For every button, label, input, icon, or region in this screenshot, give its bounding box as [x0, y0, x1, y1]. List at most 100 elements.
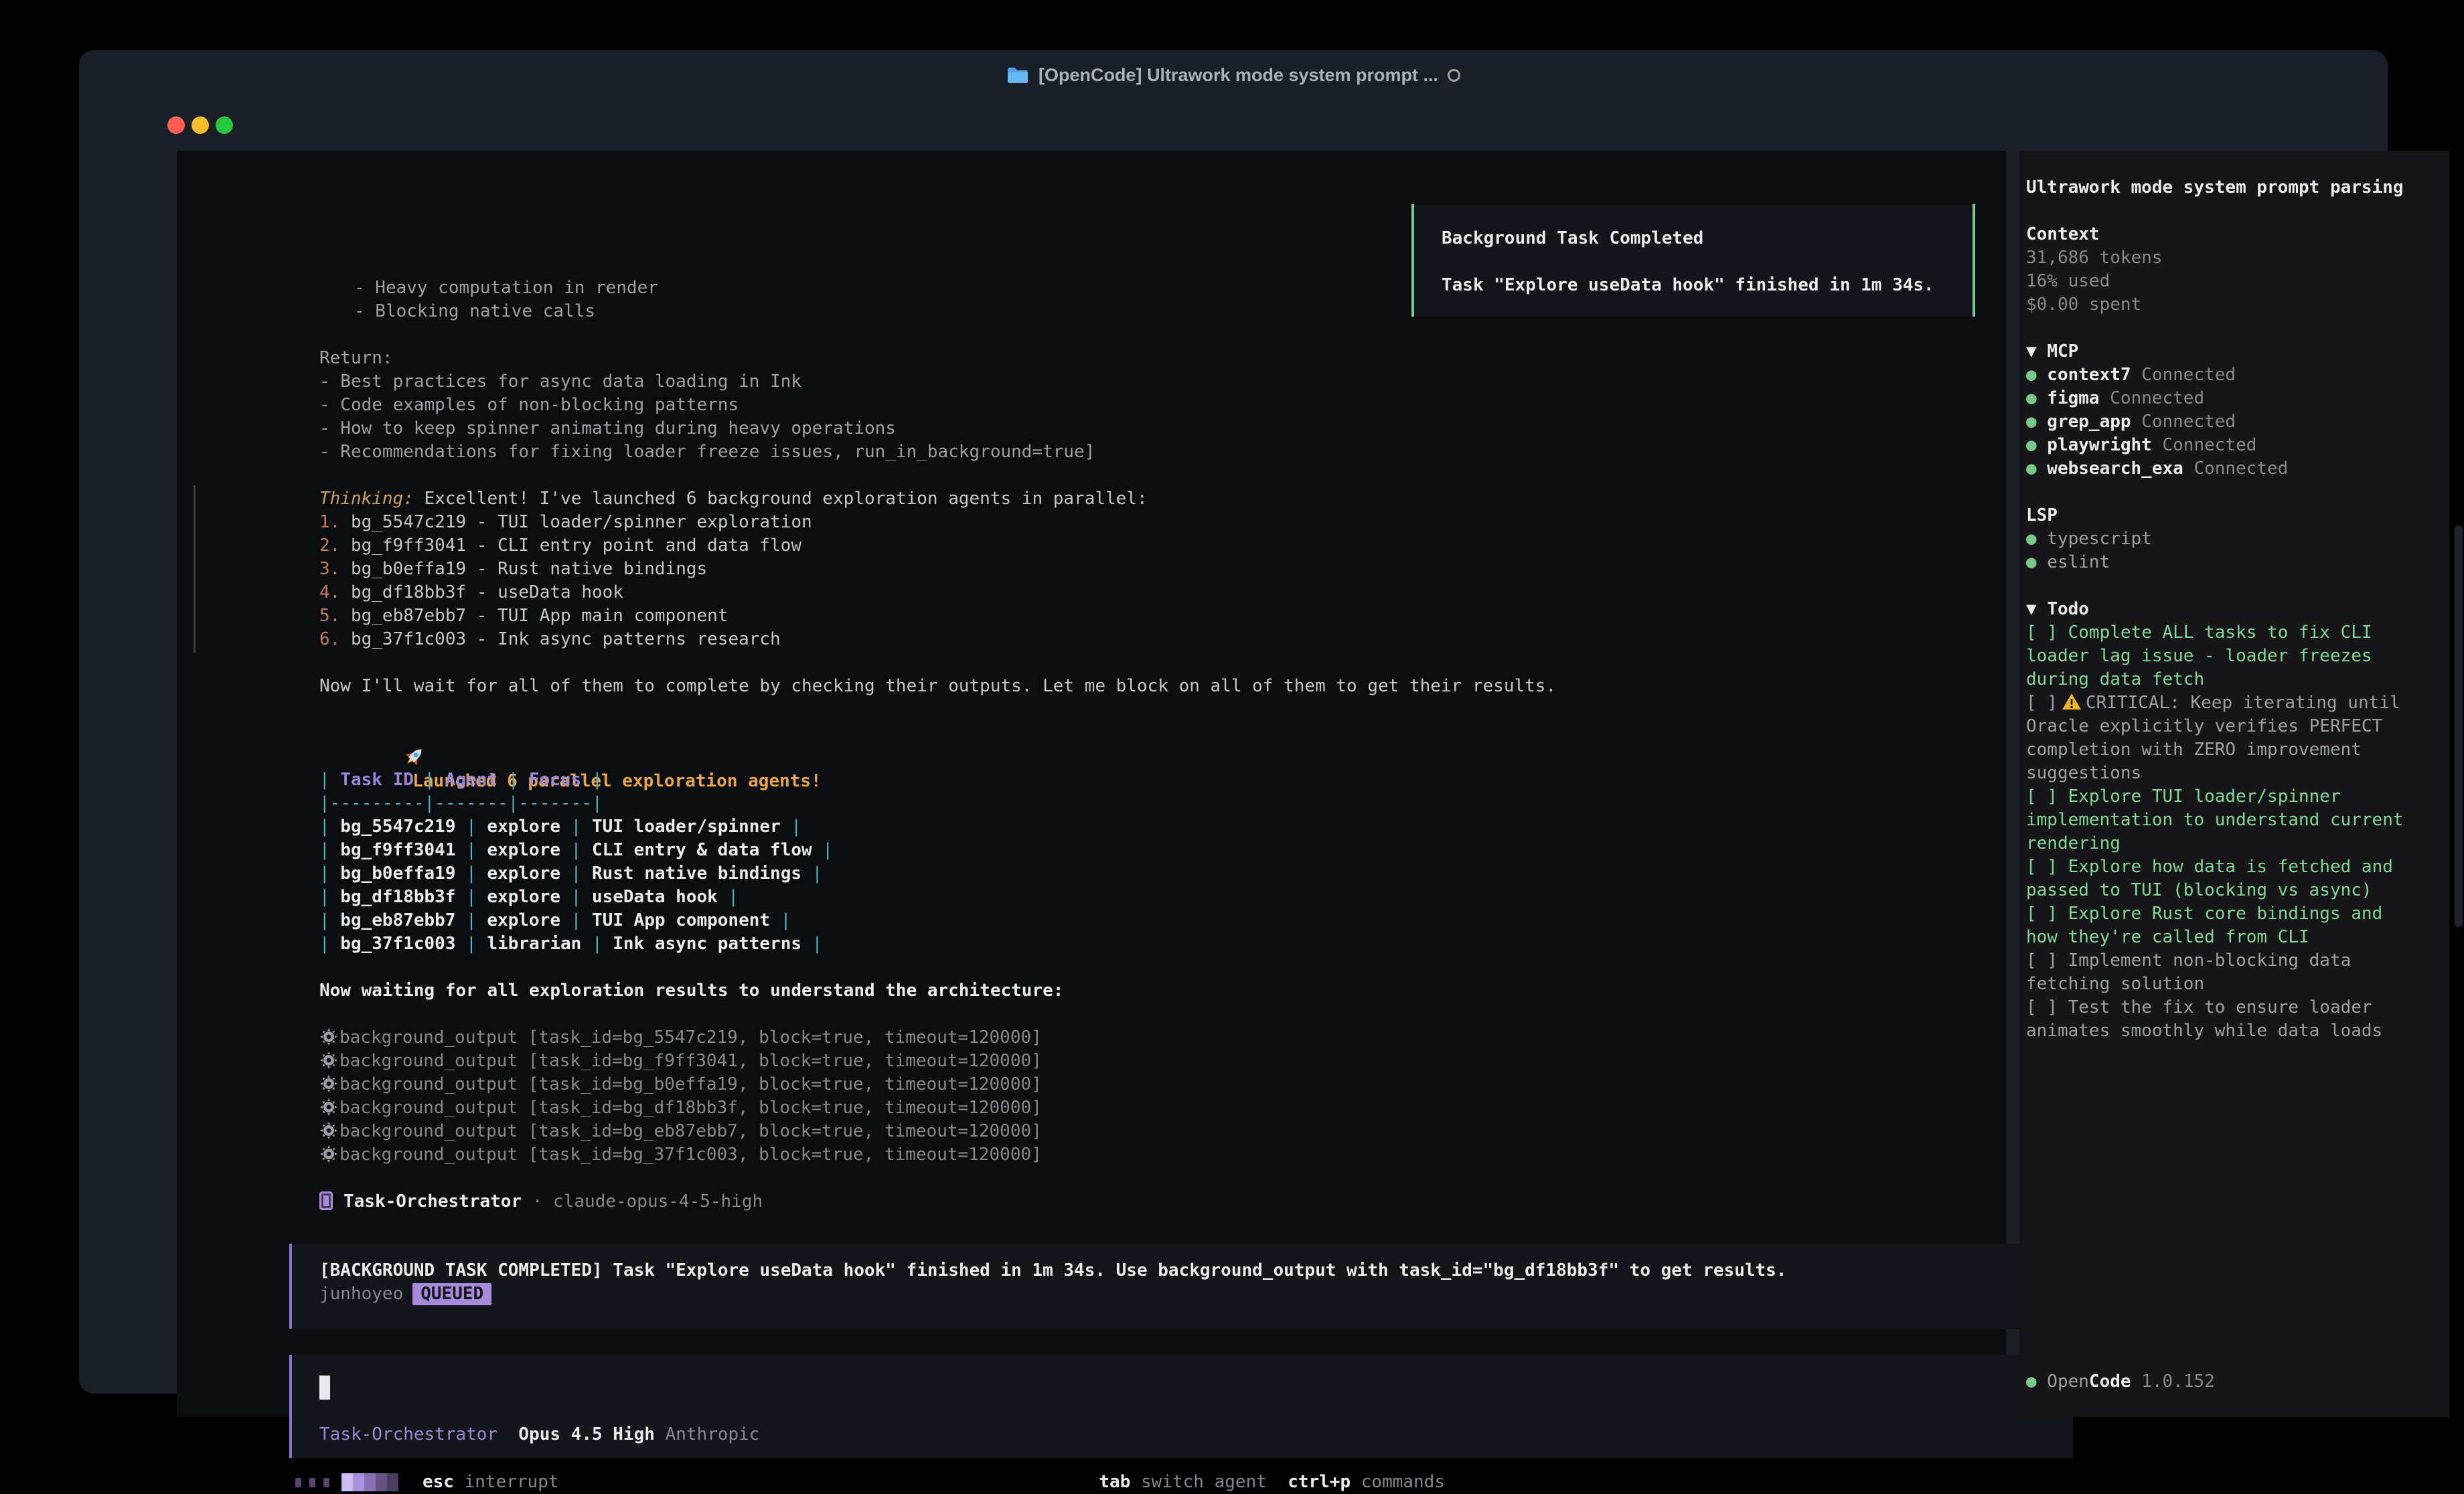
- zoom-button[interactable]: [216, 116, 233, 134]
- status-bar-right: tab switch agent ctrl+p commands: [1099, 1471, 1445, 1494]
- input-meta-row: Task-Orchestrator Opus 4.5 High Anthropi…: [319, 1423, 759, 1446]
- thinking-item: 4.bg_df18bb3f - useData hook: [319, 581, 2060, 604]
- status-dot-icon: ●: [2026, 365, 2037, 385]
- todo-item: [ ] Complete ALL tasks to fix CLI loader…: [2026, 621, 2417, 691]
- collapse-arrow-icon[interactable]: ▼: [2026, 599, 2037, 619]
- status-dot-icon: ●: [2026, 412, 2037, 432]
- tool-call-line: background_output [task_id=bg_37f1c003, …: [319, 1143, 2060, 1167]
- thinking-item: 6.bg_37f1c003 - Ink async patterns resea…: [319, 628, 2060, 651]
- input-agent-name[interactable]: Task-Orchestrator: [319, 1424, 497, 1444]
- gear-icon: [319, 1098, 338, 1116]
- text-cursor: [319, 1376, 330, 1400]
- table-header-row: |Task ID|Agent|Focus|: [319, 768, 2060, 792]
- thinking-item: 5.bg_eb87ebb7 - TUI App main component: [319, 604, 2060, 628]
- status-dot-icon: ●: [2026, 459, 2037, 479]
- table-row: |bg_b0effa19|explore|Rust native binding…: [319, 862, 2060, 886]
- terminal-line: - Recommendations for fixing loader free…: [319, 440, 2060, 464]
- context-spent: $0.00 spent: [2026, 293, 2417, 317]
- mcp-item: ●figma Connected: [2026, 387, 2417, 410]
- tool-call-line: background_output [task_id=bg_eb87ebb7, …: [319, 1120, 2060, 1143]
- mcp-item: ●websearch_exa Connected: [2026, 457, 2417, 481]
- background-task-text: [BACKGROUND TASK COMPLETED] Task "Explor…: [319, 1259, 2073, 1282]
- table-row: |bg_f9ff3041|explore|CLI entry & data fl…: [319, 839, 2060, 862]
- tool-call-line: background_output [task_id=bg_5547c219, …: [319, 1026, 2060, 1050]
- todo-item: [ ] Implement non-blocking data fetching…: [2026, 949, 2417, 996]
- mcp-heading[interactable]: ▼ MCP: [2026, 340, 2417, 363]
- status-bar-left: esc interrupt: [295, 1471, 559, 1494]
- notification-title: Background Task Completed: [1442, 227, 1973, 250]
- terminal-line: - How to keep spinner animating during h…: [319, 417, 2060, 440]
- folder-icon: [1006, 66, 1029, 84]
- sidebar-title: Ultrawork mode system prompt parsing: [2026, 176, 2417, 199]
- minimize-button[interactable]: [191, 116, 209, 134]
- gear-icon: [319, 1027, 338, 1046]
- queued-badge: QUEUED: [412, 1283, 491, 1305]
- orchestrator-line: Task-Orchestrator · claude-opus-4-5-high: [319, 1190, 2060, 1214]
- thinking-block-border: [194, 485, 196, 653]
- background-task-message[interactable]: [BACKGROUND TASK COMPLETED] Task "Explor…: [289, 1244, 2073, 1329]
- waiting-heading: Now waiting for all exploration results …: [319, 979, 2060, 1003]
- lsp-item: ●eslint: [2026, 551, 2417, 574]
- title-bar: [OpenCode] Ultrawork mode system prompt …: [79, 50, 2388, 100]
- todo-heading[interactable]: ▼ Todo: [2026, 598, 2417, 621]
- thinking-intro: Thinking: Excellent! I've launched 6 bac…: [319, 487, 2060, 511]
- gear-icon: [319, 1145, 338, 1163]
- tab-key-label: switch agent: [1141, 1472, 1267, 1492]
- status-dot-icon: ●: [2026, 435, 2037, 455]
- agent-icon: [319, 1191, 333, 1210]
- warning-icon: [2062, 693, 2082, 711]
- scrollbar-thumb[interactable]: [2455, 525, 2463, 927]
- app-window: [OpenCode] Ultrawork mode system prompt …: [79, 50, 2388, 1394]
- terminal-main: - Heavy computation in render - Blocking…: [177, 151, 2006, 1417]
- gear-icon: [319, 1051, 338, 1070]
- mcp-item: ●grep_app Connected: [2026, 410, 2417, 434]
- status-dot-icon: ●: [2026, 529, 2037, 549]
- tool-call-line: background_output [task_id=bg_df18bb3f, …: [319, 1096, 2060, 1120]
- mcp-item: ●context7 Connected: [2026, 363, 2417, 387]
- todo-item: [ ] Explore how data is fetched and pass…: [2026, 855, 2417, 902]
- status-dot-icon: ●: [2026, 1372, 2037, 1392]
- tool-call-line: background_output [task_id=bg_f9ff3041, …: [319, 1050, 2060, 1073]
- app-version: ●OpenCode 1.0.152: [2026, 1370, 2215, 1394]
- tool-call-line: background_output [task_id=bg_b0effa19, …: [319, 1073, 2060, 1096]
- spinner-dot: [309, 1478, 315, 1487]
- input-model[interactable]: Opus 4.5 High: [518, 1424, 655, 1444]
- wait-text: Now I'll wait for all of them to complet…: [319, 675, 2060, 698]
- spinner-dot: [295, 1478, 301, 1487]
- collapse-arrow-icon[interactable]: ▼: [2026, 341, 2037, 361]
- table-row: |bg_df18bb3f|explore|useData hook|: [319, 886, 2060, 909]
- context-heading: Context: [2026, 223, 2417, 246]
- esc-key-hint[interactable]: esc: [422, 1471, 454, 1494]
- table-row: |bg_37f1c003|librarian|Ink async pattern…: [319, 932, 2060, 956]
- input-provider: Anthropic: [666, 1424, 760, 1444]
- agent-model: claude-opus-4-5-high: [553, 1191, 763, 1212]
- status-dot-icon: ●: [2026, 388, 2037, 408]
- context-used: 16% used: [2026, 270, 2417, 293]
- prompt-input[interactable]: Task-Orchestrator Opus 4.5 High Anthropi…: [289, 1355, 2073, 1458]
- esc-key-label: interrupt: [465, 1471, 559, 1494]
- mcp-item: ●playwright Connected: [2026, 434, 2417, 457]
- notification-toast[interactable]: Background Task Completed Task "Explore …: [1411, 204, 1975, 317]
- window-title: [OpenCode] Ultrawork mode system prompt …: [1038, 65, 1438, 86]
- lsp-item: ●typescript: [2026, 527, 2417, 551]
- progress-spinner: [341, 1473, 398, 1491]
- tab-key-hint[interactable]: tab: [1099, 1472, 1130, 1492]
- launch-banner: Launched 6 parallel exploration agents!: [319, 722, 2060, 745]
- todo-item: [ ] Explore TUI loader/spinner implement…: [2026, 785, 2417, 855]
- thinking-item: 2.bg_f9ff3041 - CLI entry point and data…: [319, 534, 2060, 558]
- terminal-line: - Code examples of non-blocking patterns: [319, 394, 2060, 417]
- username: junhoyeo: [319, 1284, 403, 1304]
- thinking-item: 1.bg_5547c219 - TUI loader/spinner explo…: [319, 511, 2060, 534]
- proxy-circle-icon: [1448, 69, 1460, 82]
- ctrlp-key-label: commands: [1361, 1472, 1445, 1492]
- terminal-line: Return:: [319, 347, 2060, 370]
- todo-item: [ ] Test the fix to ensure loader animat…: [2026, 996, 2417, 1043]
- todo-item: [ ] Explore Rust core bindings and how t…: [2026, 902, 2417, 949]
- lsp-heading: LSP: [2026, 504, 2417, 527]
- spinner-dot: [323, 1478, 329, 1487]
- agent-name: Task-Orchestrator: [343, 1191, 522, 1212]
- table-row: |bg_eb87ebb7|explore|TUI App component|: [319, 909, 2060, 932]
- context-tokens: 31,686 tokens: [2026, 246, 2417, 270]
- ctrlp-key-hint[interactable]: ctrl+p: [1288, 1472, 1351, 1492]
- close-button[interactable]: [167, 116, 185, 134]
